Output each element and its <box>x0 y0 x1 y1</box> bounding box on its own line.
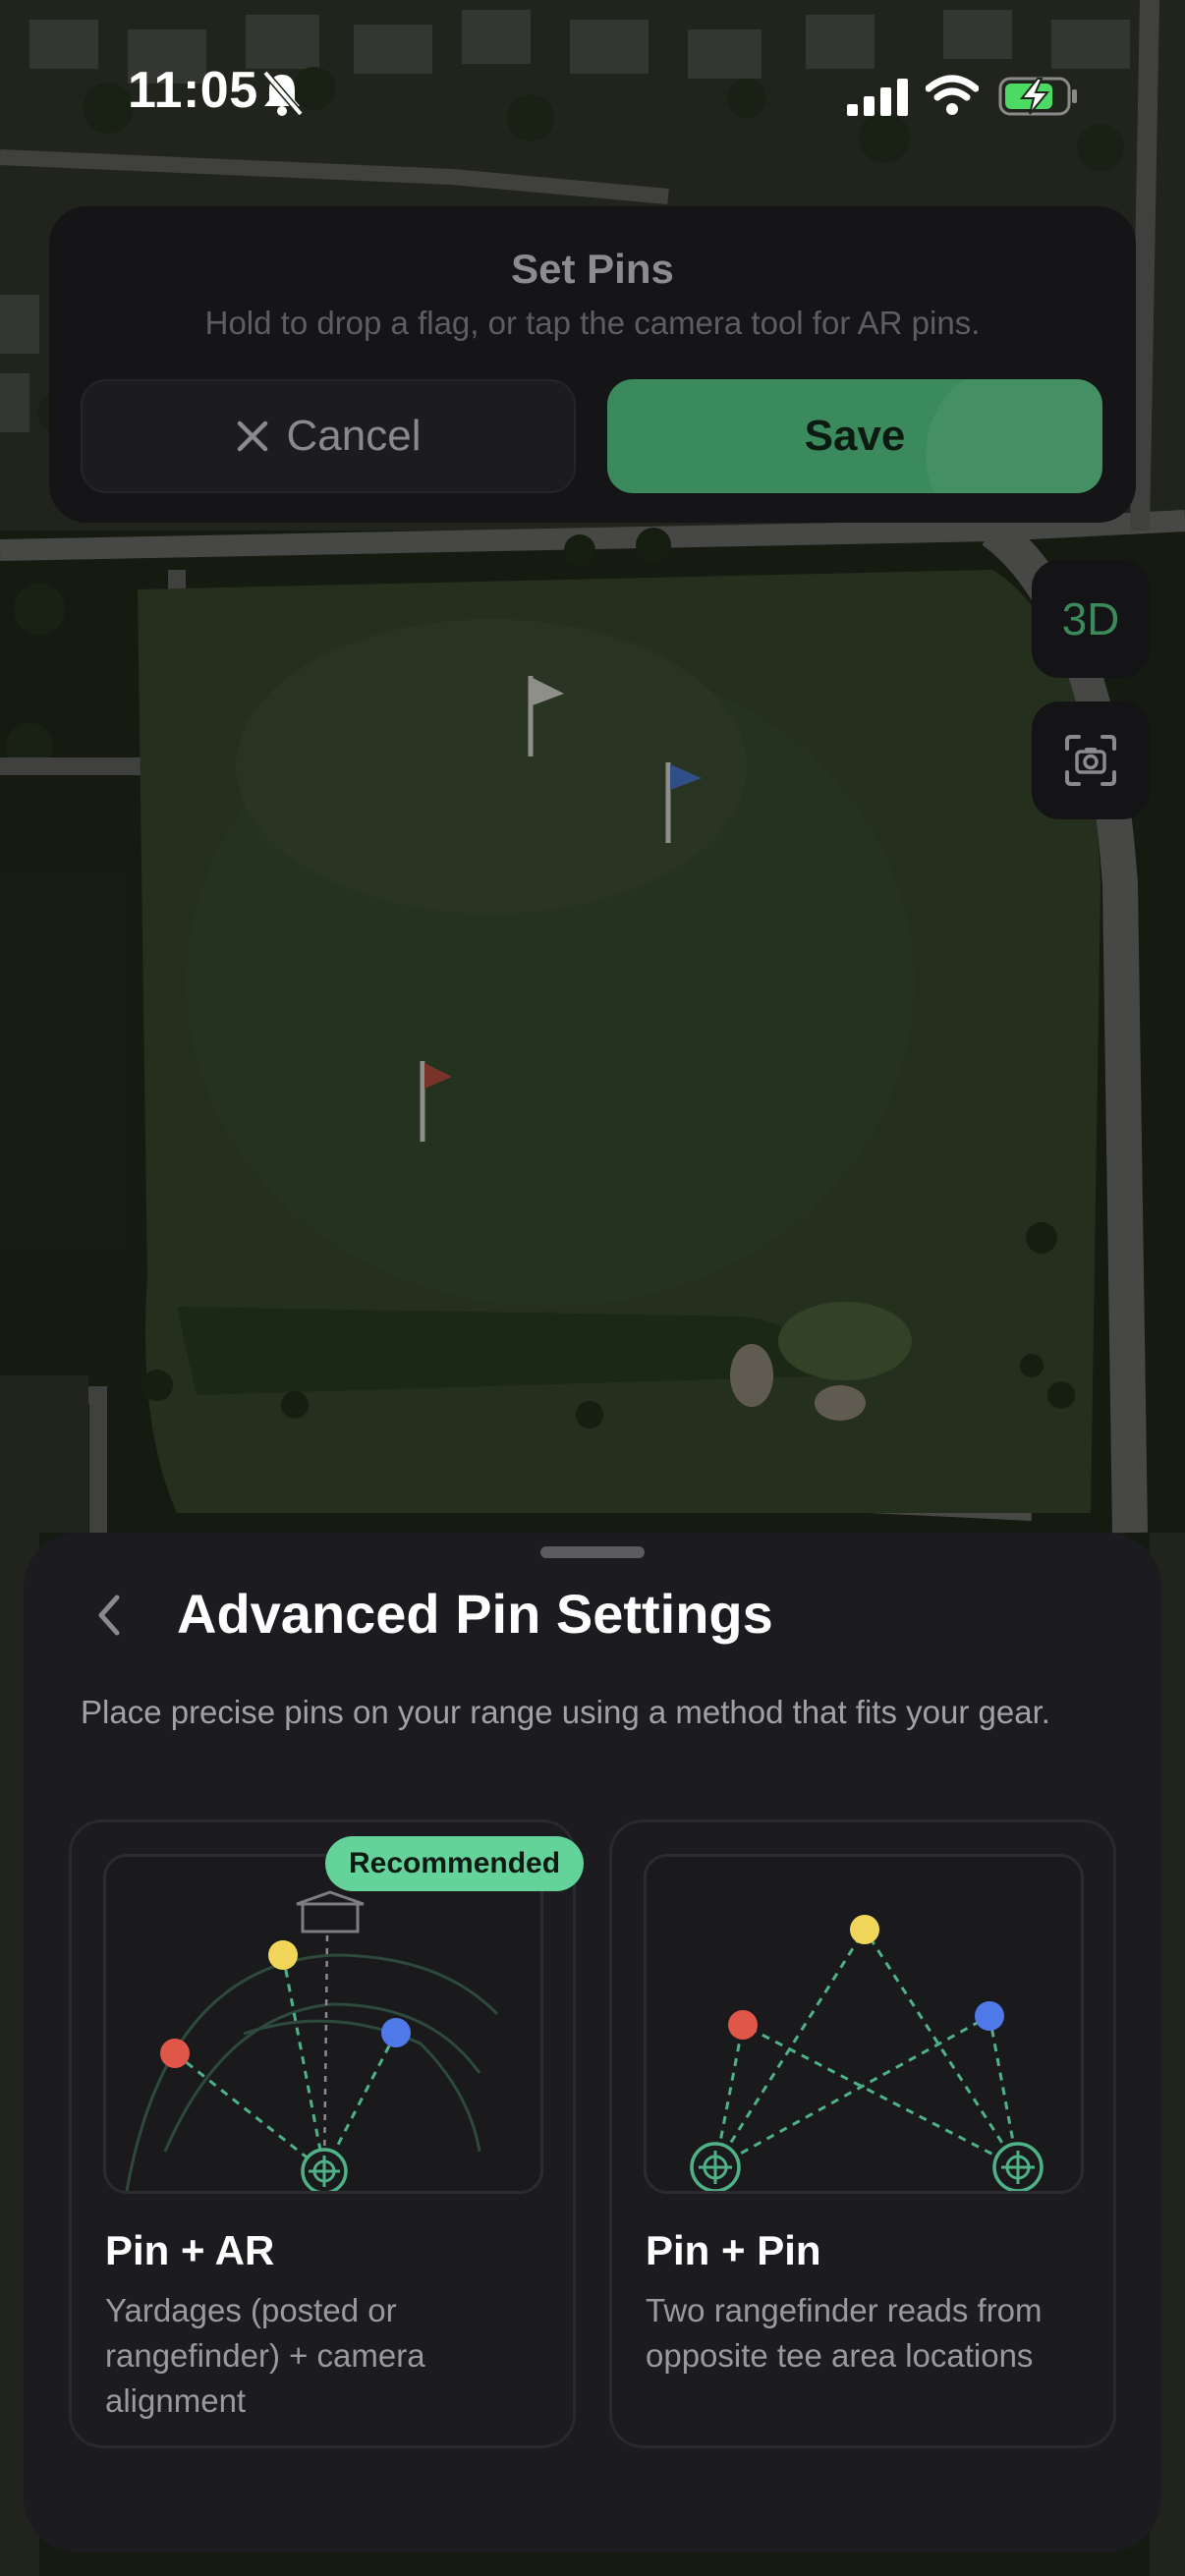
option-title: Pin + Pin <box>646 2227 821 2273</box>
option-pin-pin-card[interactable]: Pin + Pin Two rangefinder reads from opp… <box>609 1820 1116 2448</box>
pin-ar-diagram <box>103 1854 543 2194</box>
pin-pin-illustration <box>690 1915 1044 2191</box>
pin-ar-illustration <box>125 1890 499 2191</box>
white-flag-icon[interactable] <box>521 672 580 760</box>
cancel-label: Cancel <box>286 412 422 460</box>
toggle-3d-label: 3D <box>1061 593 1120 644</box>
red-flag-icon[interactable] <box>413 1057 472 1146</box>
wifi-icon <box>926 75 979 115</box>
blue-flag-icon[interactable] <box>658 758 717 847</box>
toggle-3d-button[interactable]: 3D <box>1032 560 1150 678</box>
bell-slash-icon <box>262 70 304 117</box>
set-pins-subtitle: Hold to drop a flag, or tap the camera t… <box>204 305 981 341</box>
back-button[interactable] <box>79 1580 138 1651</box>
close-icon <box>237 420 267 452</box>
option-pin-ar-card[interactable]: Recommended Pin + AR Yardages (posted or… <box>69 1820 585 2448</box>
blue-pin <box>381 2018 411 2047</box>
pin-pin-diagram <box>644 1854 1084 2194</box>
red-pin <box>728 2010 758 2040</box>
battery-charging-icon <box>998 77 1077 116</box>
option-description: Two rangefinder reads from opposite tee … <box>646 2292 1043 2374</box>
sheet-title: Advanced Pin Settings <box>177 1583 773 1645</box>
save-label: Save <box>804 412 906 460</box>
recommended-badge: Recommended <box>325 1836 585 1891</box>
yellow-pin <box>268 1940 298 1970</box>
camera-viewfinder-icon <box>1065 735 1116 786</box>
tee-target-right-icon <box>992 2142 1044 2191</box>
cancel-button[interactable]: Cancel <box>81 379 576 493</box>
sheet-description: Place precise pins on your range using a… <box>81 1694 1050 1730</box>
yellow-pin <box>850 1915 879 1944</box>
set-pins-title: Set Pins <box>511 246 674 292</box>
tee-target-icon <box>301 2148 348 2191</box>
chevron-left-icon <box>98 1595 120 1636</box>
sheet-grabber[interactable] <box>540 1546 645 1558</box>
ar-camera-button[interactable] <box>1032 701 1150 819</box>
status-bar: 11:05 <box>0 0 1185 128</box>
option-title: Pin + AR <box>105 2227 275 2273</box>
set-pins-panel: Set Pins Hold to drop a flag, or tap the… <box>49 206 1136 523</box>
save-button[interactable]: Save <box>607 379 1102 493</box>
cellular-signal-icon <box>847 79 908 116</box>
option-description: Yardages (posted or rangefinder) + camer… <box>105 2292 425 2419</box>
status-time: 11:05 <box>128 62 258 119</box>
blue-pin <box>975 2001 1004 2031</box>
advanced-pin-settings-sheet: Advanced Pin Settings Place precise pins… <box>24 1533 1161 2552</box>
tee-target-left-icon <box>690 2142 741 2191</box>
red-pin <box>160 2039 190 2068</box>
phone-marker-icon <box>296 1890 365 1933</box>
